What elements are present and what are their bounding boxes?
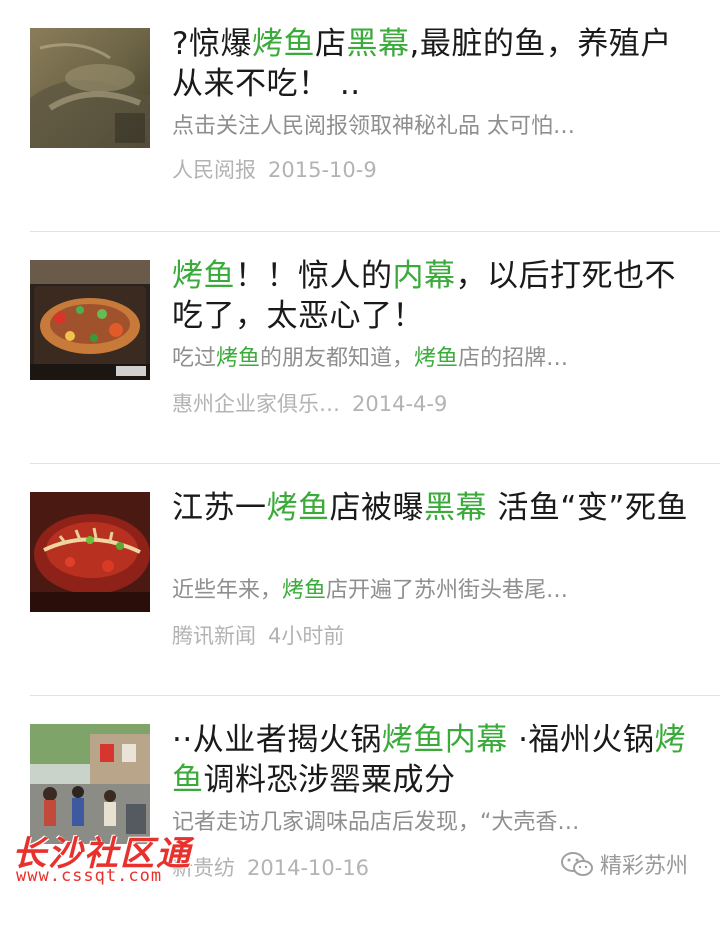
wechat-icon	[561, 852, 593, 876]
highlighted-keyword: 内幕	[444, 722, 508, 758]
highlighted-keyword: 内幕	[392, 258, 456, 294]
highlighted-keyword: 烤鱼	[414, 346, 459, 371]
article-title[interactable]: ··从业者揭火锅烤鱼内幕 ·福州火锅烤鱼调料恐涉罂粟成分	[172, 720, 692, 800]
text-segment: 江苏一	[172, 490, 267, 526]
text-segment: ··从业者揭火锅	[172, 722, 382, 758]
article-date: 2014-4-9	[352, 392, 448, 416]
article-title[interactable]: 江苏一烤鱼店被曝黑幕 活鱼“变”死鱼	[172, 488, 692, 528]
article-meta: 惠州企业家俱乐… 2014-4-9	[172, 390, 692, 418]
watermark-account-name: 精彩苏州	[600, 854, 689, 879]
spicy-fish-photo-icon	[30, 492, 150, 612]
article-title[interactable]: ?惊爆烤鱼店黑幕,最脏的鱼，养殖户从来不吃！ ..	[172, 24, 692, 104]
article-source: 腾讯新闻	[172, 624, 256, 648]
text-segment: 店开遍了苏州街头巷尾…	[326, 578, 569, 603]
highlighted-keyword: 黑幕	[346, 26, 410, 62]
article-date: 2014-10-16	[247, 856, 370, 880]
text-segment: 点击关注人民阅报领取神秘礼品 太可怕…	[172, 114, 575, 139]
article-description: 吃过烤鱼的朋友都知道，烤鱼店的招牌…	[172, 344, 682, 374]
grilled-fish-photo-icon	[30, 260, 150, 380]
text-segment: ·福州火锅	[507, 722, 655, 758]
article-meta: 腾讯新闻 4小时前	[172, 622, 692, 650]
text-segment: 店被曝	[329, 490, 424, 526]
article-description: 记者走访几家调味品店后发现，“大壳香…	[172, 808, 682, 838]
article-thumbnail[interactable]	[30, 28, 150, 148]
article-thumbnail[interactable]	[30, 260, 150, 380]
article-item[interactable]: ?惊爆烤鱼店黑幕,最脏的鱼，养殖户从来不吃！ .. 点击关注人民阅报领取神秘礼品…	[0, 0, 720, 232]
text-segment: 记者走访几家调味品店后发现，“大壳香…	[172, 810, 580, 835]
article-title[interactable]: 烤鱼！！惊人的内幕，以后打死也不吃了，太恶心了！	[172, 256, 692, 336]
article-thumbnail[interactable]	[30, 492, 150, 612]
highlighted-keyword: 烤鱼	[282, 578, 327, 603]
highlighted-keyword: 烤鱼	[266, 490, 330, 526]
text-segment: 的朋友都知道，	[260, 346, 415, 371]
watermark-site-url: www.cssqt.com	[16, 866, 163, 886]
site-watermark: 长沙社区通 www.cssqt.com	[10, 826, 230, 892]
text-segment: ?惊爆	[172, 26, 252, 62]
article-item[interactable]: 江苏一烤鱼店被曝黑幕 活鱼“变”死鱼 近些年来，烤鱼店开遍了苏州街头巷尾… 腾讯…	[0, 464, 720, 696]
article-date: 2015-10-9	[268, 158, 377, 182]
fish-photo-icon	[30, 28, 150, 148]
text-segment: ！！惊人的	[235, 258, 393, 294]
highlighted-keyword: 烤鱼	[216, 346, 261, 371]
highlighted-keyword: 烤鱼	[251, 26, 315, 62]
highlighted-keyword: 烤鱼	[172, 258, 235, 294]
article-meta: 人民阅报 2015-10-9	[172, 156, 692, 184]
account-watermark: 精彩苏州	[560, 848, 688, 880]
search-result-list: ?惊爆烤鱼店黑幕,最脏的鱼，养殖户从来不吃！ .. 点击关注人民阅报领取神秘礼品…	[0, 0, 720, 900]
article-source: 人民阅报	[172, 158, 256, 182]
article-source: 惠州企业家俱乐…	[172, 392, 340, 416]
article-date: 4小时前	[268, 624, 345, 648]
article-description: 近些年来，烤鱼店开遍了苏州街头巷尾…	[172, 576, 682, 606]
text-segment: 吃过	[172, 346, 217, 371]
highlighted-keyword: 烤鱼	[381, 722, 445, 758]
article-item[interactable]: 烤鱼！！惊人的内幕，以后打死也不吃了，太恶心了！ 吃过烤鱼的朋友都知道，烤鱼店的…	[0, 232, 720, 464]
text-segment: 活鱼“变”死鱼	[487, 490, 688, 526]
text-segment: 店的招牌…	[458, 346, 569, 371]
text-segment: 店	[314, 26, 347, 62]
text-segment: 调料恐涉罂粟成分	[203, 762, 456, 798]
text-segment: 近些年来，	[172, 578, 283, 603]
highlighted-keyword: 黑幕	[424, 490, 487, 526]
article-item[interactable]: ··从业者揭火锅烤鱼内幕 ·福州火锅烤鱼调料恐涉罂粟成分 记者走访几家调味品店后…	[0, 696, 720, 928]
article-description: 点击关注人民阅报领取神秘礼品 太可怕…	[172, 112, 682, 142]
